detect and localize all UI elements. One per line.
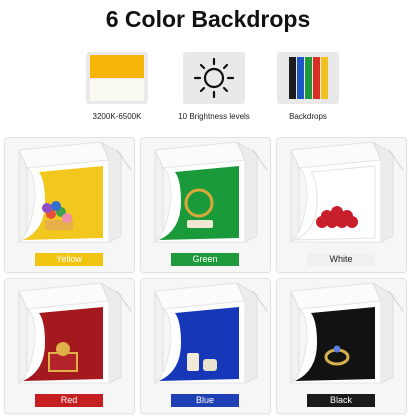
light-box-yellow	[5, 138, 134, 272]
cherry	[331, 214, 343, 226]
color-temperature-swatch-icon	[86, 52, 148, 104]
toy-ball	[62, 213, 72, 223]
light-box-green	[141, 138, 270, 272]
feature-backdrops: Backdrops	[253, 52, 363, 121]
light-box-black	[277, 279, 406, 413]
ring-gem	[333, 345, 341, 353]
backdrop-label: Blue	[171, 394, 239, 407]
cherry	[346, 216, 358, 228]
toy-ball	[51, 201, 61, 211]
light-box-red	[5, 279, 134, 413]
feature-color-temperature: 3200K-6500K	[62, 52, 172, 121]
backdrop-label: Red	[35, 394, 103, 407]
backdrop-card-green: Green	[140, 137, 271, 273]
backdrop-sheet-strip	[305, 57, 312, 99]
toy-ball	[42, 203, 52, 213]
backdrop-sheet-strip	[313, 57, 320, 99]
backdrop-sheet-strip	[289, 57, 296, 99]
backdrop-card-white: White	[276, 137, 407, 273]
feature-caption: Backdrops	[289, 112, 327, 121]
backdrop-label: White	[307, 253, 375, 266]
cosmetic-bottle	[187, 353, 199, 371]
backdrop-card-black: Black	[276, 278, 407, 414]
cosmetic-jar	[203, 359, 217, 371]
cherry	[316, 216, 328, 228]
backdrop-card-red: Red	[4, 278, 135, 414]
gift-bow	[56, 342, 70, 356]
backdrop-label: Green	[171, 253, 239, 266]
backdrop-label: Black	[307, 394, 375, 407]
backdrop-sheets-icon	[277, 52, 339, 104]
page-title: 6 Color Backdrops	[105, 6, 311, 32]
backdrop-card-blue: Blue	[140, 278, 271, 414]
feature-caption: 3200K-6500K	[92, 112, 142, 121]
backdrop-card-yellow: Yellow	[4, 137, 135, 273]
sun-icon	[183, 52, 245, 104]
light-box-white	[277, 138, 406, 272]
bracelet-stand	[187, 220, 213, 228]
light-box-blue	[141, 279, 270, 413]
backdrop-label: Yellow	[35, 253, 103, 266]
backdrop-sheet-strip	[297, 57, 304, 99]
backdrop-sheet-strip	[321, 57, 328, 99]
